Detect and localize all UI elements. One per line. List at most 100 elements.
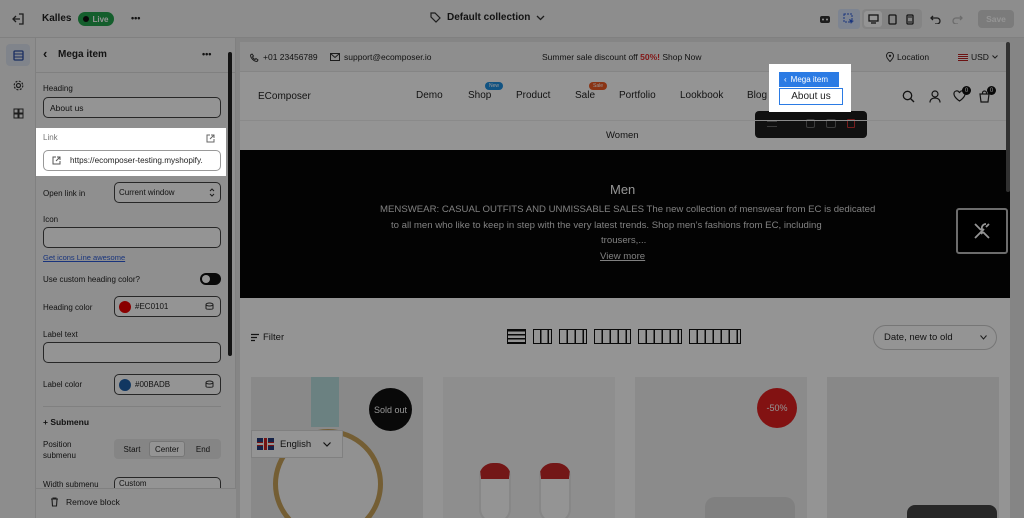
position-end-button[interactable]: End <box>187 441 219 457</box>
label-color-picker[interactable]: #00BADB <box>114 374 221 395</box>
select-arrows-icon <box>209 188 215 197</box>
nav-demo[interactable]: Demo <box>416 90 443 101</box>
live-badge: Live <box>78 12 114 26</box>
select-icon[interactable] <box>838 9 860 29</box>
grid-2-icon[interactable] <box>533 329 552 344</box>
position-center-button[interactable]: Center <box>149 441 185 457</box>
width-submenu-label: Width submenu <box>43 480 99 488</box>
panel-divider <box>36 72 236 73</box>
heading-color-picker[interactable]: #EC0101 <box>114 296 221 317</box>
nav-shop[interactable]: Shop <box>468 90 491 101</box>
header-divider <box>240 120 1010 121</box>
ai-icon[interactable] <box>818 12 832 26</box>
redo-icon[interactable] <box>950 12 964 26</box>
nav-blog[interactable]: Blog <box>747 90 767 101</box>
view-more-link[interactable]: View more <box>600 251 645 262</box>
collection-selector[interactable]: Default collection <box>430 12 545 23</box>
mobile-icon[interactable] <box>902 11 918 27</box>
email-contact[interactable]: support@ecomposer.io <box>330 52 432 62</box>
grid-4-icon[interactable] <box>594 329 631 344</box>
mega-item-tag[interactable]: ‹ Mega item <box>779 72 839 87</box>
apps-icon[interactable] <box>6 102 30 124</box>
product-card-boot[interactable] <box>827 377 999 518</box>
nav-product[interactable]: Product <box>516 90 550 101</box>
product-image-sneaker-left <box>479 463 511 518</box>
toolbar-move-icon[interactable] <box>767 121 777 127</box>
panel-title: Mega item <box>58 49 107 60</box>
sidebar-scrollbar[interactable] <box>228 52 232 356</box>
store-more-button[interactable]: ••• <box>131 13 140 23</box>
heading-color-value: #EC0101 <box>135 302 169 311</box>
hero-text-line-1: MENSWEAR: CASUAL OUTFITS AND UNMISSABLE … <box>380 204 876 215</box>
icon-input[interactable] <box>43 227 221 248</box>
position-submenu-label: Position submenu <box>43 440 76 460</box>
language-selector[interactable]: English <box>251 430 343 458</box>
exit-icon[interactable] <box>10 12 26 26</box>
label-text-input[interactable] <box>43 342 221 363</box>
link-icon <box>52 156 61 165</box>
width-submenu-select[interactable]: Custom <box>114 477 221 488</box>
layers-icon[interactable] <box>6 44 30 66</box>
tools-widget-icon[interactable] <box>956 208 1008 254</box>
tag-icon <box>430 12 441 23</box>
custom-heading-color-toggle[interactable] <box>200 273 221 285</box>
sale-badge: Sale <box>589 82 608 90</box>
sort-select[interactable]: Date, new to old <box>873 325 997 350</box>
nav-portfolio[interactable]: Portfolio <box>619 90 656 101</box>
phone-contact[interactable]: +01 23456789 <box>250 52 318 62</box>
open-link-select[interactable]: Current window <box>114 182 221 203</box>
store-logo[interactable]: EComposer <box>258 91 311 102</box>
uk-flag-cross-v <box>263 438 268 450</box>
search-icon[interactable] <box>900 88 916 104</box>
label-color-label: Label color <box>43 380 83 389</box>
settings-gear-icon[interactable] <box>6 74 30 96</box>
link-value-highlighted: https://ecomposer-testing.myshopify. <box>70 156 203 165</box>
submenu-section-toggle[interactable]: + Submenu <box>43 417 89 427</box>
open-link-label: Open link in <box>43 189 86 198</box>
submenu-women[interactable]: Women <box>606 130 639 141</box>
desktop-icon[interactable] <box>864 11 882 27</box>
panel-more-button[interactable]: ••• <box>202 49 211 59</box>
link-input-highlighted[interactable]: https://ecomposer-testing.myshopify. <box>43 150 221 171</box>
sold-out-badge: Sold out <box>369 388 412 431</box>
nav-lookbook[interactable]: Lookbook <box>680 90 723 101</box>
promo-text[interactable]: Summer sale discount off 50%! Shop Now <box>542 52 702 62</box>
label-text-label: Label text <box>43 330 78 339</box>
remove-block-label: Remove block <box>66 497 120 507</box>
grid-1-icon[interactable] <box>507 329 526 344</box>
product-image-watch <box>311 377 339 427</box>
product-image-sneaker-right <box>539 463 571 518</box>
link-label-highlighted: Link <box>43 133 58 142</box>
preview-scrollbar[interactable] <box>1006 42 1010 192</box>
back-button[interactable]: ‹ <box>43 46 47 61</box>
undo-icon[interactable] <box>928 12 942 26</box>
save-button[interactable]: Save <box>978 10 1014 28</box>
chevron-down-icon <box>992 55 998 59</box>
location-selector[interactable]: Location <box>886 52 929 62</box>
grid-5-icon[interactable] <box>638 329 682 344</box>
product-image-shoe <box>705 497 795 518</box>
us-flag-icon <box>958 53 968 61</box>
tablet-icon[interactable] <box>884 11 900 27</box>
section-divider <box>43 406 221 407</box>
collection-name: Default collection <box>447 12 531 23</box>
mail-icon <box>330 53 340 61</box>
external-link-icon-highlighted[interactable] <box>204 132 216 144</box>
nav-sale[interactable]: Sale <box>575 90 595 101</box>
grid-6-icon[interactable] <box>689 329 741 344</box>
account-icon[interactable] <box>927 88 943 104</box>
nav-about-us[interactable]: About us <box>779 88 843 105</box>
top-bar: Kalles Live ••• Default collection Save <box>0 0 1024 38</box>
remove-block-button[interactable]: Remove block <box>50 497 120 507</box>
product-card-sneakers[interactable] <box>443 377 615 518</box>
hero-title: Men <box>610 182 636 197</box>
heading-label: Heading <box>43 84 73 93</box>
currency-selector[interactable]: USD <box>958 52 998 62</box>
position-start-button[interactable]: Start <box>117 441 147 457</box>
trash-icon <box>51 497 58 507</box>
filter-button[interactable]: Filter <box>250 332 284 343</box>
get-icons-link[interactable]: Get icons Line awesome <box>43 253 125 262</box>
heading-color-swatch <box>119 300 131 313</box>
grid-3-icon[interactable] <box>559 329 587 344</box>
heading-input[interactable]: About us <box>43 97 221 118</box>
